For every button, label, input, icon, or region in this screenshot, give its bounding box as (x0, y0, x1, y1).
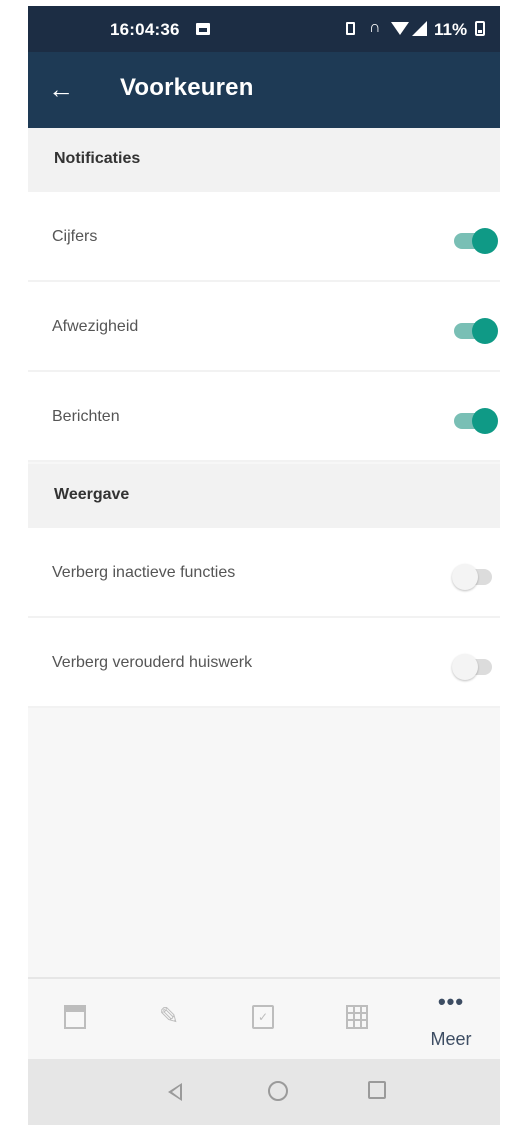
setting-row-afwezigheid[interactable]: Afwezigheid (28, 282, 500, 372)
battery-percentage: 11% (434, 20, 468, 39)
setting-row-verberg-inactieve-functies[interactable]: Verberg inactieve functies (28, 528, 500, 618)
section-header-weergave: Weergave (28, 464, 500, 528)
setting-label: Afwezigheid (52, 318, 139, 335)
setting-row-verberg-verouderd-huiswerk[interactable]: Verberg verouderd huiswerk (28, 618, 500, 708)
nav-item-taken[interactable]: ✓ (216, 979, 310, 1061)
toggle-switch[interactable] (452, 226, 500, 256)
setting-label: Verberg verouderd huiswerk (52, 654, 253, 671)
toggle-switch[interactable] (452, 652, 500, 682)
nav-item-meer[interactable]: ••• Meer (404, 979, 498, 1061)
section-header-notificaties: Notificaties (28, 128, 500, 192)
system-recents-icon[interactable] (368, 1081, 386, 1099)
toggle-thumb (472, 228, 498, 254)
toggle-thumb (452, 564, 478, 590)
toggle-thumb (472, 408, 498, 434)
toggle-switch[interactable] (452, 562, 500, 592)
system-navigation-bar (28, 1059, 500, 1125)
task-check-icon: ✓ (252, 1005, 274, 1029)
system-back-icon[interactable] (168, 1083, 182, 1101)
battery-icon (475, 21, 485, 36)
vibrate-icon (346, 22, 355, 35)
bottom-navigation: ✎ ✓ ••• Meer (28, 977, 500, 1061)
section-title: Weergave (54, 486, 130, 503)
nav-item-agenda[interactable] (28, 979, 122, 1061)
status-time: 16:04:36 (110, 20, 180, 39)
wifi-icon (391, 22, 409, 35)
nav-item-huiswerk[interactable]: ✎ (122, 979, 216, 1061)
section-title: Notificaties (54, 150, 141, 167)
pencil-icon: ✎ (158, 1003, 180, 1030)
toggle-thumb (472, 318, 498, 344)
more-icon: ••• (437, 989, 465, 1014)
setting-row-berichten[interactable]: Berichten (28, 372, 500, 462)
setting-label: Verberg inactieve functies (52, 564, 236, 581)
setting-row-cijfers[interactable]: Cijfers (28, 192, 500, 282)
grid-icon (346, 1005, 368, 1029)
arrow-left-icon[interactable]: ← (46, 74, 76, 104)
nav-item-rooster[interactable] (310, 979, 404, 1061)
toggle-switch[interactable] (452, 406, 500, 436)
system-home-icon[interactable] (268, 1081, 288, 1101)
toggle-switch[interactable] (452, 316, 500, 346)
nav-label-meer: Meer (430, 1029, 472, 1049)
toggle-thumb (452, 654, 478, 680)
app-bar: ← Voorkeuren (28, 52, 500, 128)
app-screen: 16:04:36 ∩ 11% ← Voorkeuren Notificaties… (28, 6, 500, 1125)
signal-icon (412, 21, 427, 36)
setting-label: Berichten (52, 408, 120, 425)
agenda-icon (64, 1005, 86, 1029)
page-title: Voorkeuren (120, 74, 254, 101)
setting-label: Cijfers (52, 228, 98, 245)
image-icon (196, 23, 210, 35)
headset-icon: ∩ (369, 19, 381, 36)
status-bar: 16:04:36 ∩ 11% (28, 6, 500, 52)
